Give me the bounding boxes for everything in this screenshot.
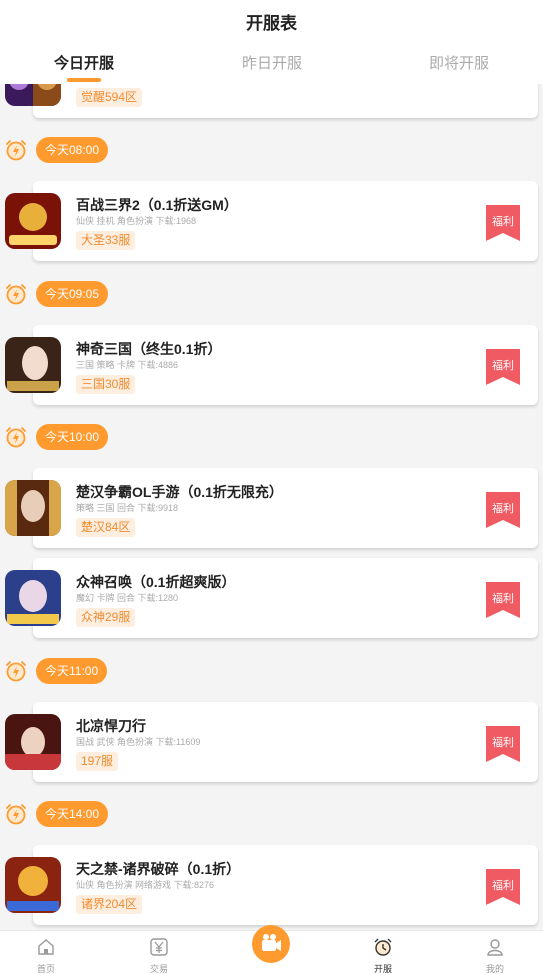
list-item[interactable]: 百战三界2（0.1折送GM） 仙侠 挂机 角色扮演 下载:1968 大圣33服 … [5,181,538,263]
alarm-clock-icon [6,661,26,682]
tab-today[interactable]: 今日开服 [14,52,154,73]
tab-bar: 今日开服 昨日开服 即将开服 [0,52,543,84]
welfare-button[interactable]: 福利 [486,726,520,764]
time-badge: 今天09:05 [36,281,109,307]
game-name: 楚汉争霸OL手游（0.1折无限充） [76,484,283,500]
tab-upcoming[interactable]: 即将开服 [389,52,529,73]
server-tag: 大圣33服 [76,231,136,250]
alarm-clock-icon [6,804,26,825]
welfare-button[interactable]: 福利 [486,582,520,620]
welfare-button[interactable]: 福利 [486,205,520,243]
tab-indicator [67,78,101,82]
welfare-label: 福利 [492,503,514,515]
game-icon [5,193,61,249]
list-item[interactable]: 楚汉争霸OL手游（0.1折无限充） 策略 三国 回合 下载:9918 楚汉84区… [5,468,538,550]
game-icon [5,570,61,626]
welfare-label: 福利 [492,593,514,605]
server-list[interactable]: 觉醒594区 今天08:00 百战三界2（0.1折送GM） 仙侠 挂机 角色扮演… [0,84,543,930]
list-item[interactable]: 众神召唤（0.1折超爽版） 魔幻 卡牌 回合 下载:1280 众神29服 福利 [5,558,538,640]
yen-icon [150,938,168,956]
game-icon [5,337,61,393]
home-icon [38,939,54,955]
game-meta: 仙侠 挂机 角色扮演 下载:1968 [76,216,197,226]
server-tag: 三国30服 [76,375,136,394]
welfare-label: 福利 [492,737,514,749]
nav-mine[interactable]: 我的 [441,931,543,974]
game-name: 天之禁-诸界破碎（0.1折） [76,861,241,877]
bottom-nav: 首页 交易 开服 我的 [0,925,543,974]
time-section-header: 今天09:05 [0,281,200,309]
server-tag: 诸界204区 [76,895,143,914]
game-meta: 国战 武侠 角色扮演 下载:11609 [76,737,201,747]
user-icon [487,939,503,956]
list-item[interactable]: 天之禁-诸界破碎（0.1折） 仙侠 角色扮演 网络游戏 下载:8276 诸界20… [5,845,538,927]
game-icon [5,714,61,770]
game-meta: 魔幻 卡牌 回合 下载:1280 [76,593,179,603]
welfare-label: 福利 [492,880,514,892]
alarm-clock-icon [6,140,26,161]
nav-servers[interactable]: 开服 [329,931,437,974]
list-item[interactable]: 觉醒594区 [5,84,538,120]
game-meta: 策略 三国 回合 下载:9918 [76,503,179,513]
game-meta: 仙侠 角色扮演 网络游戏 下载:8276 [76,880,215,890]
nav-mine-label: 我的 [485,964,504,974]
time-badge: 今天11:00 [36,658,108,684]
server-tag: 觉醒594区 [76,88,143,107]
time-section-header: 今天10:00 [0,424,200,452]
alarm-clock-icon [374,938,392,956]
game-meta: 三国 策略 卡牌 下载:4886 [76,360,179,370]
nav-home-label: 首页 [36,964,55,974]
server-tag: 楚汉84区 [76,518,136,537]
time-section-header: 今天14:00 [0,801,200,829]
time-section-header: 今天08:00 [0,137,200,165]
time-badge: 今天08:00 [36,137,109,163]
welfare-button[interactable]: 福利 [486,869,520,907]
nav-servers-label: 开服 [373,964,392,974]
time-badge: 今天14:00 [36,801,109,827]
welfare-label: 福利 [492,360,514,372]
game-name: 百战三界2（0.1折送GM） [76,197,238,213]
video-button[interactable] [252,925,290,963]
server-tag: 众神29服 [76,608,136,627]
nav-home[interactable]: 首页 [0,931,100,974]
alarm-clock-icon [6,284,26,305]
game-icon [5,84,61,106]
welfare-button[interactable]: 福利 [486,492,520,530]
nav-trade-label: 交易 [149,964,168,974]
nav-trade[interactable]: 交易 [105,931,213,974]
welfare-label: 福利 [492,216,514,228]
alarm-clock-icon [6,427,26,448]
server-tag: 197服 [76,752,119,771]
game-name: 众神召唤（0.1折超爽版） [76,574,236,590]
game-icon [5,480,61,536]
list-item[interactable]: 神奇三国（终生0.1折） 三国 策略 卡牌 下载:4886 三国30服 福利 [5,325,538,407]
game-name: 神奇三国（终生0.1折） [76,341,222,357]
game-icon [5,857,61,913]
welfare-button[interactable]: 福利 [486,349,520,387]
page-title: 开服表 [246,14,297,33]
tab-yesterday[interactable]: 昨日开服 [202,52,342,73]
list-item[interactable]: 北凉悍刀行 国战 武侠 角色扮演 下载:11609 197服 福利 [5,702,538,784]
video-icon [262,934,281,951]
header: 开服表 今日开服 昨日开服 即将开服 [0,0,543,84]
game-name: 北凉悍刀行 [76,718,146,734]
time-badge: 今天10:00 [36,424,109,450]
time-section-header: 今天11:00 [0,658,200,686]
